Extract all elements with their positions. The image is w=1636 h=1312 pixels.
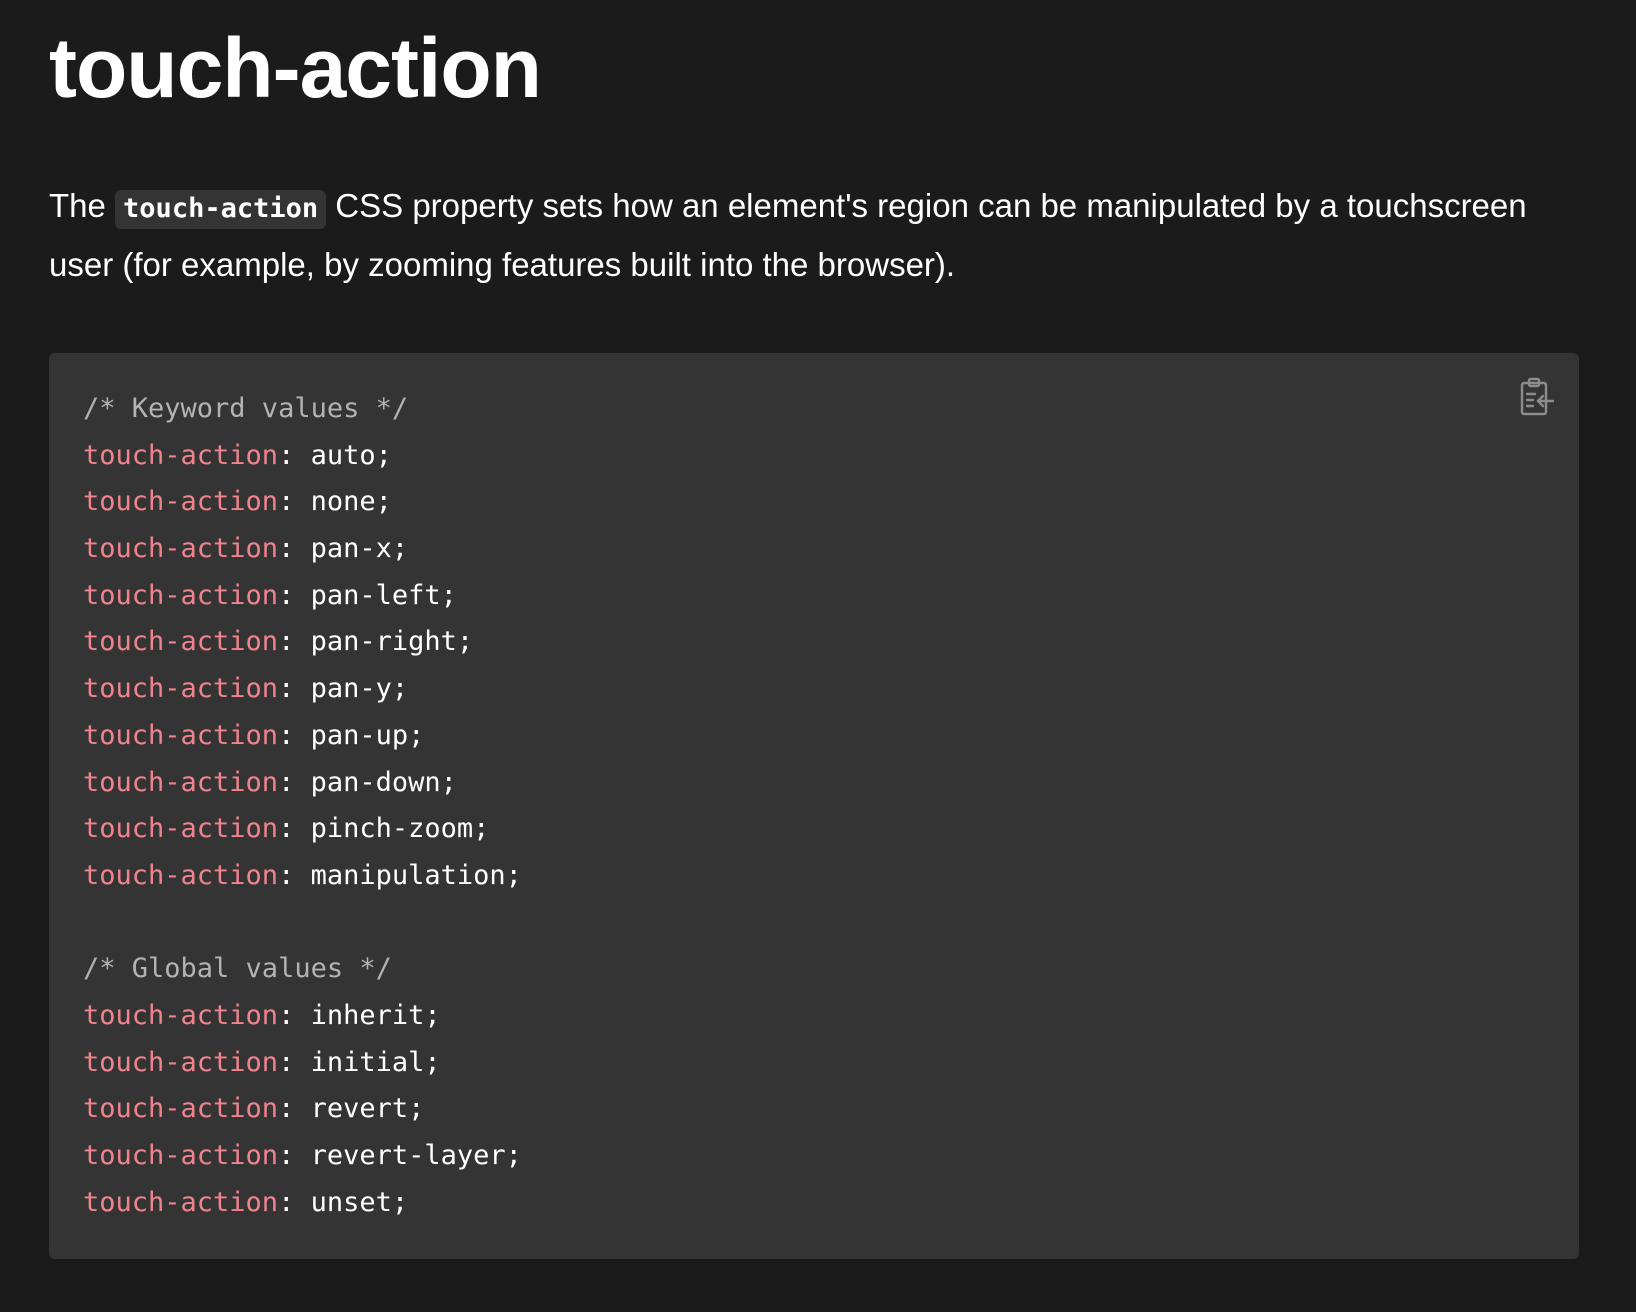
colon: : [278,533,311,565]
css-property: touch-action [83,766,279,798]
colon: : [278,813,311,845]
css-value: revert-layer [310,1140,506,1171]
css-property: touch-action [83,579,279,611]
css-value: pan-up [310,719,409,751]
css-property: touch-action [83,439,279,471]
code-declaration-line: touch-action: initial; [83,1040,522,1087]
code-declaration-line: touch-action: pan-up; [83,713,522,760]
css-value: initial [310,1046,425,1078]
inline-code: touch-action [115,190,327,229]
colon: : [278,719,311,751]
css-property: touch-action [83,859,279,891]
code-declaration-line: touch-action: pan-right; [83,619,522,666]
css-property: touch-action [83,673,279,705]
semicolon: ; [391,1186,409,1218]
css-property: touch-action [83,533,279,565]
css-property: touch-action [83,1046,279,1078]
semicolon: ; [440,766,457,798]
code-comment: /* Global values */ [83,953,392,985]
colon: : [278,626,311,658]
semicolon: ; [440,579,457,611]
css-property: touch-action [83,1186,279,1218]
css-value: revert [310,1093,409,1125]
code-declaration-line: touch-action: revert-layer; [83,1133,522,1180]
semicolon: ; [391,533,409,565]
semicolon: ; [424,999,441,1031]
css-value: pan-right [310,626,457,658]
colon: : [278,673,311,705]
code-declaration-line: touch-action: unset; [83,1180,522,1227]
semicolon: ; [375,439,392,471]
css-value: auto [310,439,376,471]
colon: : [278,766,311,798]
code-declaration-line: touch-action: pan-left; [83,573,522,620]
code-declaration-line: touch-action: revert; [83,1086,522,1133]
code-declaration-line: touch-action: pan-x; [83,526,522,573]
clipboard-copy-icon [1520,377,1555,416]
semicolon: ; [408,719,425,751]
css-value: unset [310,1186,392,1218]
code-declaration-line: touch-action: inherit; [83,993,522,1040]
code-comment-line: /* Global values */ [83,946,522,993]
css-value: pinch-zoom [310,813,474,845]
intro-text-before: The [49,187,116,224]
code-declaration-line: touch-action: none; [83,479,522,526]
css-property: touch-action [83,626,279,658]
colon: : [278,1186,311,1218]
semicolon: ; [375,486,392,518]
colon: : [278,859,311,891]
semicolon: ; [505,1140,522,1171]
css-value: pan-y [310,673,392,705]
code-declaration-line: touch-action: pinch-zoom; [83,806,522,853]
page-title: touch-action [49,21,542,115]
css-value: pan-down [310,766,441,798]
css-property: touch-action [83,1140,279,1171]
code-comment-line: /* Keyword values */ [83,386,522,433]
css-property: touch-action [83,719,279,751]
copy-button[interactable] [1515,375,1559,419]
semicolon: ; [408,1093,425,1125]
css-property: touch-action [83,486,279,518]
code-declaration-line: touch-action: manipulation; [83,853,522,900]
semicolon: ; [456,626,474,658]
code-listing: /* Keyword values */touch-action: auto; t… [83,386,522,1226]
colon: : [278,1046,311,1078]
colon: : [278,579,311,611]
semicolon: ; [391,673,409,705]
css-value: pan-x [310,533,392,565]
css-value: manipulation [310,859,506,891]
code-example: /* Keyword values */touch-action: auto; t… [49,353,1579,1259]
colon: : [278,999,311,1031]
colon: : [278,1093,311,1125]
code-declaration-line: touch-action: pan-y; [83,666,522,713]
intro-paragraph: The touch-action CSS property sets how a… [49,178,1579,293]
code-declaration-line: touch-action: auto; [83,433,522,480]
css-property: touch-action [83,1093,279,1125]
css-value: pan-left [310,579,441,611]
css-value: none [310,486,376,518]
code-declaration-line: touch-action: pan-down; [83,760,522,807]
colon: : [278,439,311,471]
css-value: inherit [310,999,425,1031]
semicolon: ; [424,1046,441,1078]
semicolon: ; [473,813,490,845]
css-property: touch-action [83,813,279,845]
colon: : [278,1140,311,1171]
semicolon: ; [505,859,522,891]
css-property: touch-action [83,999,279,1031]
code-comment: /* Keyword values */ [83,393,409,424]
colon: : [278,486,311,518]
